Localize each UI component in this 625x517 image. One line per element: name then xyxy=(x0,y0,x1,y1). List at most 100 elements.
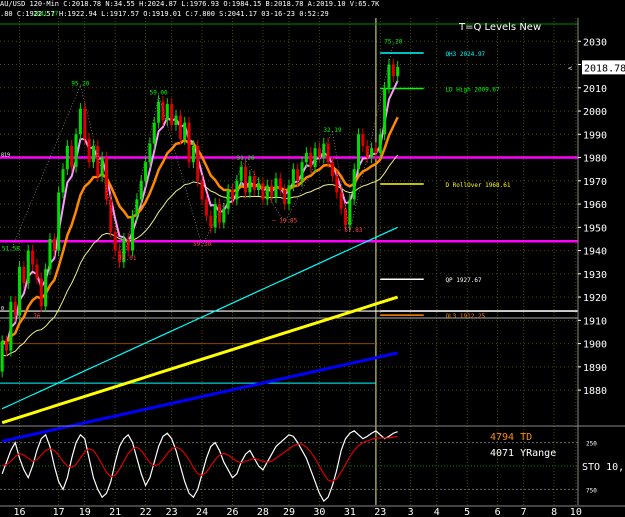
time-tick-17: 7 xyxy=(521,507,527,517)
candle-body-13 xyxy=(57,192,61,251)
candle-body-9 xyxy=(39,278,43,307)
price-tick-4: 1920 xyxy=(583,293,607,304)
candle-body-75 xyxy=(326,143,330,163)
candle-body-52 xyxy=(226,190,230,209)
candle-body-77 xyxy=(335,176,339,193)
time-tick-18: 8 xyxy=(551,507,557,517)
candle-body-63 xyxy=(274,178,278,198)
candle-body-19 xyxy=(83,108,87,139)
candle-body-42 xyxy=(183,122,187,139)
candle-body-30 xyxy=(131,215,135,251)
candle-body-38 xyxy=(165,104,169,121)
time-tick-3: 21 xyxy=(109,507,121,517)
candle-body-11 xyxy=(48,238,52,270)
candle-body-26 xyxy=(113,231,117,251)
level-label-1: LD High 2009.67 xyxy=(445,87,500,94)
time-tick-12: 23 xyxy=(374,507,386,517)
price-tick-10: 1980 xyxy=(583,154,607,165)
candle-body-87 xyxy=(378,134,382,153)
header-indicator-line: .80 C:1922.57 H:1922.94 L:1917.57 O:1919… xyxy=(0,10,329,18)
candle-body-67 xyxy=(291,169,295,186)
candle-body-36 xyxy=(157,101,161,123)
candle-body-78 xyxy=(339,192,343,209)
candle-body-68 xyxy=(296,169,300,181)
candle-body-65 xyxy=(283,190,287,205)
price-tick-5: 1930 xyxy=(583,270,607,281)
time-tick-2: 19 xyxy=(79,507,91,517)
time-tick-15: 5 xyxy=(464,507,470,517)
candle-body-60 xyxy=(261,183,265,200)
candle-body-91 xyxy=(396,66,400,77)
candle-body-50 xyxy=(217,204,221,223)
candle-body-31 xyxy=(135,199,139,216)
sto-tick-0: 250 xyxy=(586,441,597,448)
price-tick-9: 1970 xyxy=(583,177,607,188)
candle-body-51 xyxy=(222,208,226,223)
candle-body-12 xyxy=(52,238,56,251)
candle-body-85 xyxy=(370,148,374,158)
time-tick-1: 17 xyxy=(53,507,65,517)
price-annotation-9: ~ 57.83 xyxy=(337,227,363,234)
candle-body-0 xyxy=(0,341,4,372)
candle-body-49 xyxy=(213,204,217,228)
sto-label-name: STO 10, xyxy=(582,462,624,473)
price-tick-0: 1880 xyxy=(583,386,607,397)
candle-body-3 xyxy=(13,301,17,316)
candle-body-7 xyxy=(31,250,35,265)
candle-body-47 xyxy=(204,199,208,216)
level-label-5: QP 1927.67 xyxy=(445,277,482,284)
candle-body-41 xyxy=(178,115,182,139)
level-label-0: QH3 2024.97 xyxy=(445,51,485,58)
candle-body-86 xyxy=(374,148,378,153)
time-tick-8: 28 xyxy=(257,507,269,517)
sto-tick-1: 750 xyxy=(586,487,597,494)
candle-body-17 xyxy=(74,134,78,167)
time-tick-16: 6 xyxy=(495,507,501,517)
candle-body-8 xyxy=(35,264,39,279)
chart-canvas: QH3 2024.97 LD High 2009.67 D RollOver 196… xyxy=(0,0,625,517)
candle-body-4 xyxy=(18,266,22,316)
candle-body-39 xyxy=(170,104,174,125)
candle-body-88 xyxy=(383,87,387,135)
price-tick-12: 2000 xyxy=(583,107,607,118)
price-tick-15: 2030 xyxy=(583,37,607,48)
candle-body-23 xyxy=(100,157,104,177)
time-tick-7: 26 xyxy=(226,507,238,517)
candle-body-20 xyxy=(87,138,91,163)
candle-body-15 xyxy=(65,145,69,170)
price-annotation-5: 51.58 xyxy=(2,246,20,253)
time-tick-11: 31 xyxy=(344,507,356,517)
candle-body-32 xyxy=(139,180,143,200)
candle-body-48 xyxy=(209,215,213,228)
last-price-pointer: < xyxy=(568,64,572,72)
sto-label-yrange: 4071 YRange xyxy=(490,448,556,459)
price-tick-11: 1990 xyxy=(583,130,607,141)
price-annotation-1: 59.06 xyxy=(150,90,168,97)
candle-body-54 xyxy=(235,180,239,200)
candle-body-64 xyxy=(278,178,282,191)
price-axis-background xyxy=(578,0,625,517)
candle-body-25 xyxy=(109,199,113,232)
time-tick-6: 24 xyxy=(196,507,208,517)
candle-body-58 xyxy=(252,176,256,191)
price-tick-1: 1890 xyxy=(583,363,607,374)
edge-label-0: 819 xyxy=(1,153,10,159)
candle-body-40 xyxy=(174,115,178,125)
candle-body-59 xyxy=(257,183,261,191)
price-annotation-0: 95.20 xyxy=(71,80,89,87)
candle-body-46 xyxy=(200,180,204,200)
candle-body-5 xyxy=(22,266,26,284)
candle-body-14 xyxy=(61,169,65,193)
candle-body-33 xyxy=(144,162,148,181)
price-annotation-10: 76 xyxy=(33,313,41,320)
candle-body-2 xyxy=(9,301,13,351)
candle-body-56 xyxy=(244,166,248,193)
candle-body-70 xyxy=(304,152,308,163)
candle-body-1 xyxy=(4,341,9,351)
candle-body-76 xyxy=(330,162,334,177)
time-tick-5: 23 xyxy=(166,507,178,517)
price-annotation-3: 32.19 xyxy=(323,127,341,134)
time-tick-19: 10 xyxy=(570,507,582,517)
price-tick-7: 1950 xyxy=(583,223,607,234)
candle-body-69 xyxy=(300,162,304,181)
